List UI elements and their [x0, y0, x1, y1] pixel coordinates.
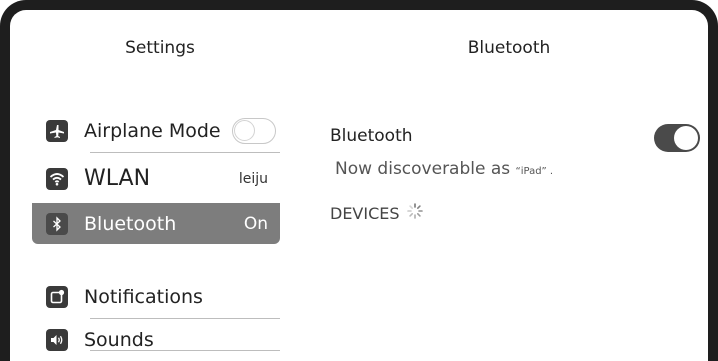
bluetooth-setting-label: Bluetooth [330, 126, 413, 146]
wifi-icon [46, 167, 68, 190]
sidebar-item-label: WLAN [84, 166, 151, 191]
bluetooth-status-value: On [243, 213, 268, 234]
sidebar-item-airplane-mode[interactable]: Airplane Mode [32, 110, 280, 151]
sidebar-item-label: Airplane Mode [84, 119, 221, 142]
device-name: “iPad” . [515, 166, 554, 177]
toggle-knob [674, 126, 698, 150]
bluetooth-toggle[interactable] [654, 124, 700, 152]
discoverable-text: Now discoverable as [335, 159, 516, 179]
devices-header: DEVICES [330, 203, 400, 223]
sidebar-item-label: Sounds [84, 328, 154, 351]
bluetooth-page-title: Bluetooth [467, 38, 551, 58]
loading-spinner-icon [406, 202, 424, 224]
sidebar-item-label: Notifications [84, 285, 203, 308]
sidebar-item-bluetooth[interactable]: Bluetooth On [32, 203, 280, 244]
sidebar-item-label: Bluetooth [84, 212, 177, 235]
speaker-icon [46, 328, 68, 351]
sidebar-item-wlan[interactable]: WLAN leiju [32, 158, 280, 199]
sidebar-item-notifications[interactable]: Notifications [32, 276, 280, 317]
wlan-network-value: leiju [238, 170, 268, 187]
divider [90, 350, 280, 351]
airplane-mode-toggle[interactable] [232, 117, 276, 144]
device-frame: Settings Bluetooth Airplane Mode WLAN le… [0, 0, 718, 361]
sidebar-item-sounds[interactable]: Sounds [32, 319, 280, 360]
discoverable-status: Now discoverable as “iPad” . [335, 159, 553, 179]
notifications-icon [46, 285, 68, 308]
devices-section: DEVICES [330, 202, 424, 224]
settings-title: Settings [125, 38, 195, 58]
airplane-icon [46, 119, 68, 142]
bluetooth-icon [46, 212, 68, 235]
toggle-knob [234, 119, 255, 141]
divider [90, 152, 280, 153]
